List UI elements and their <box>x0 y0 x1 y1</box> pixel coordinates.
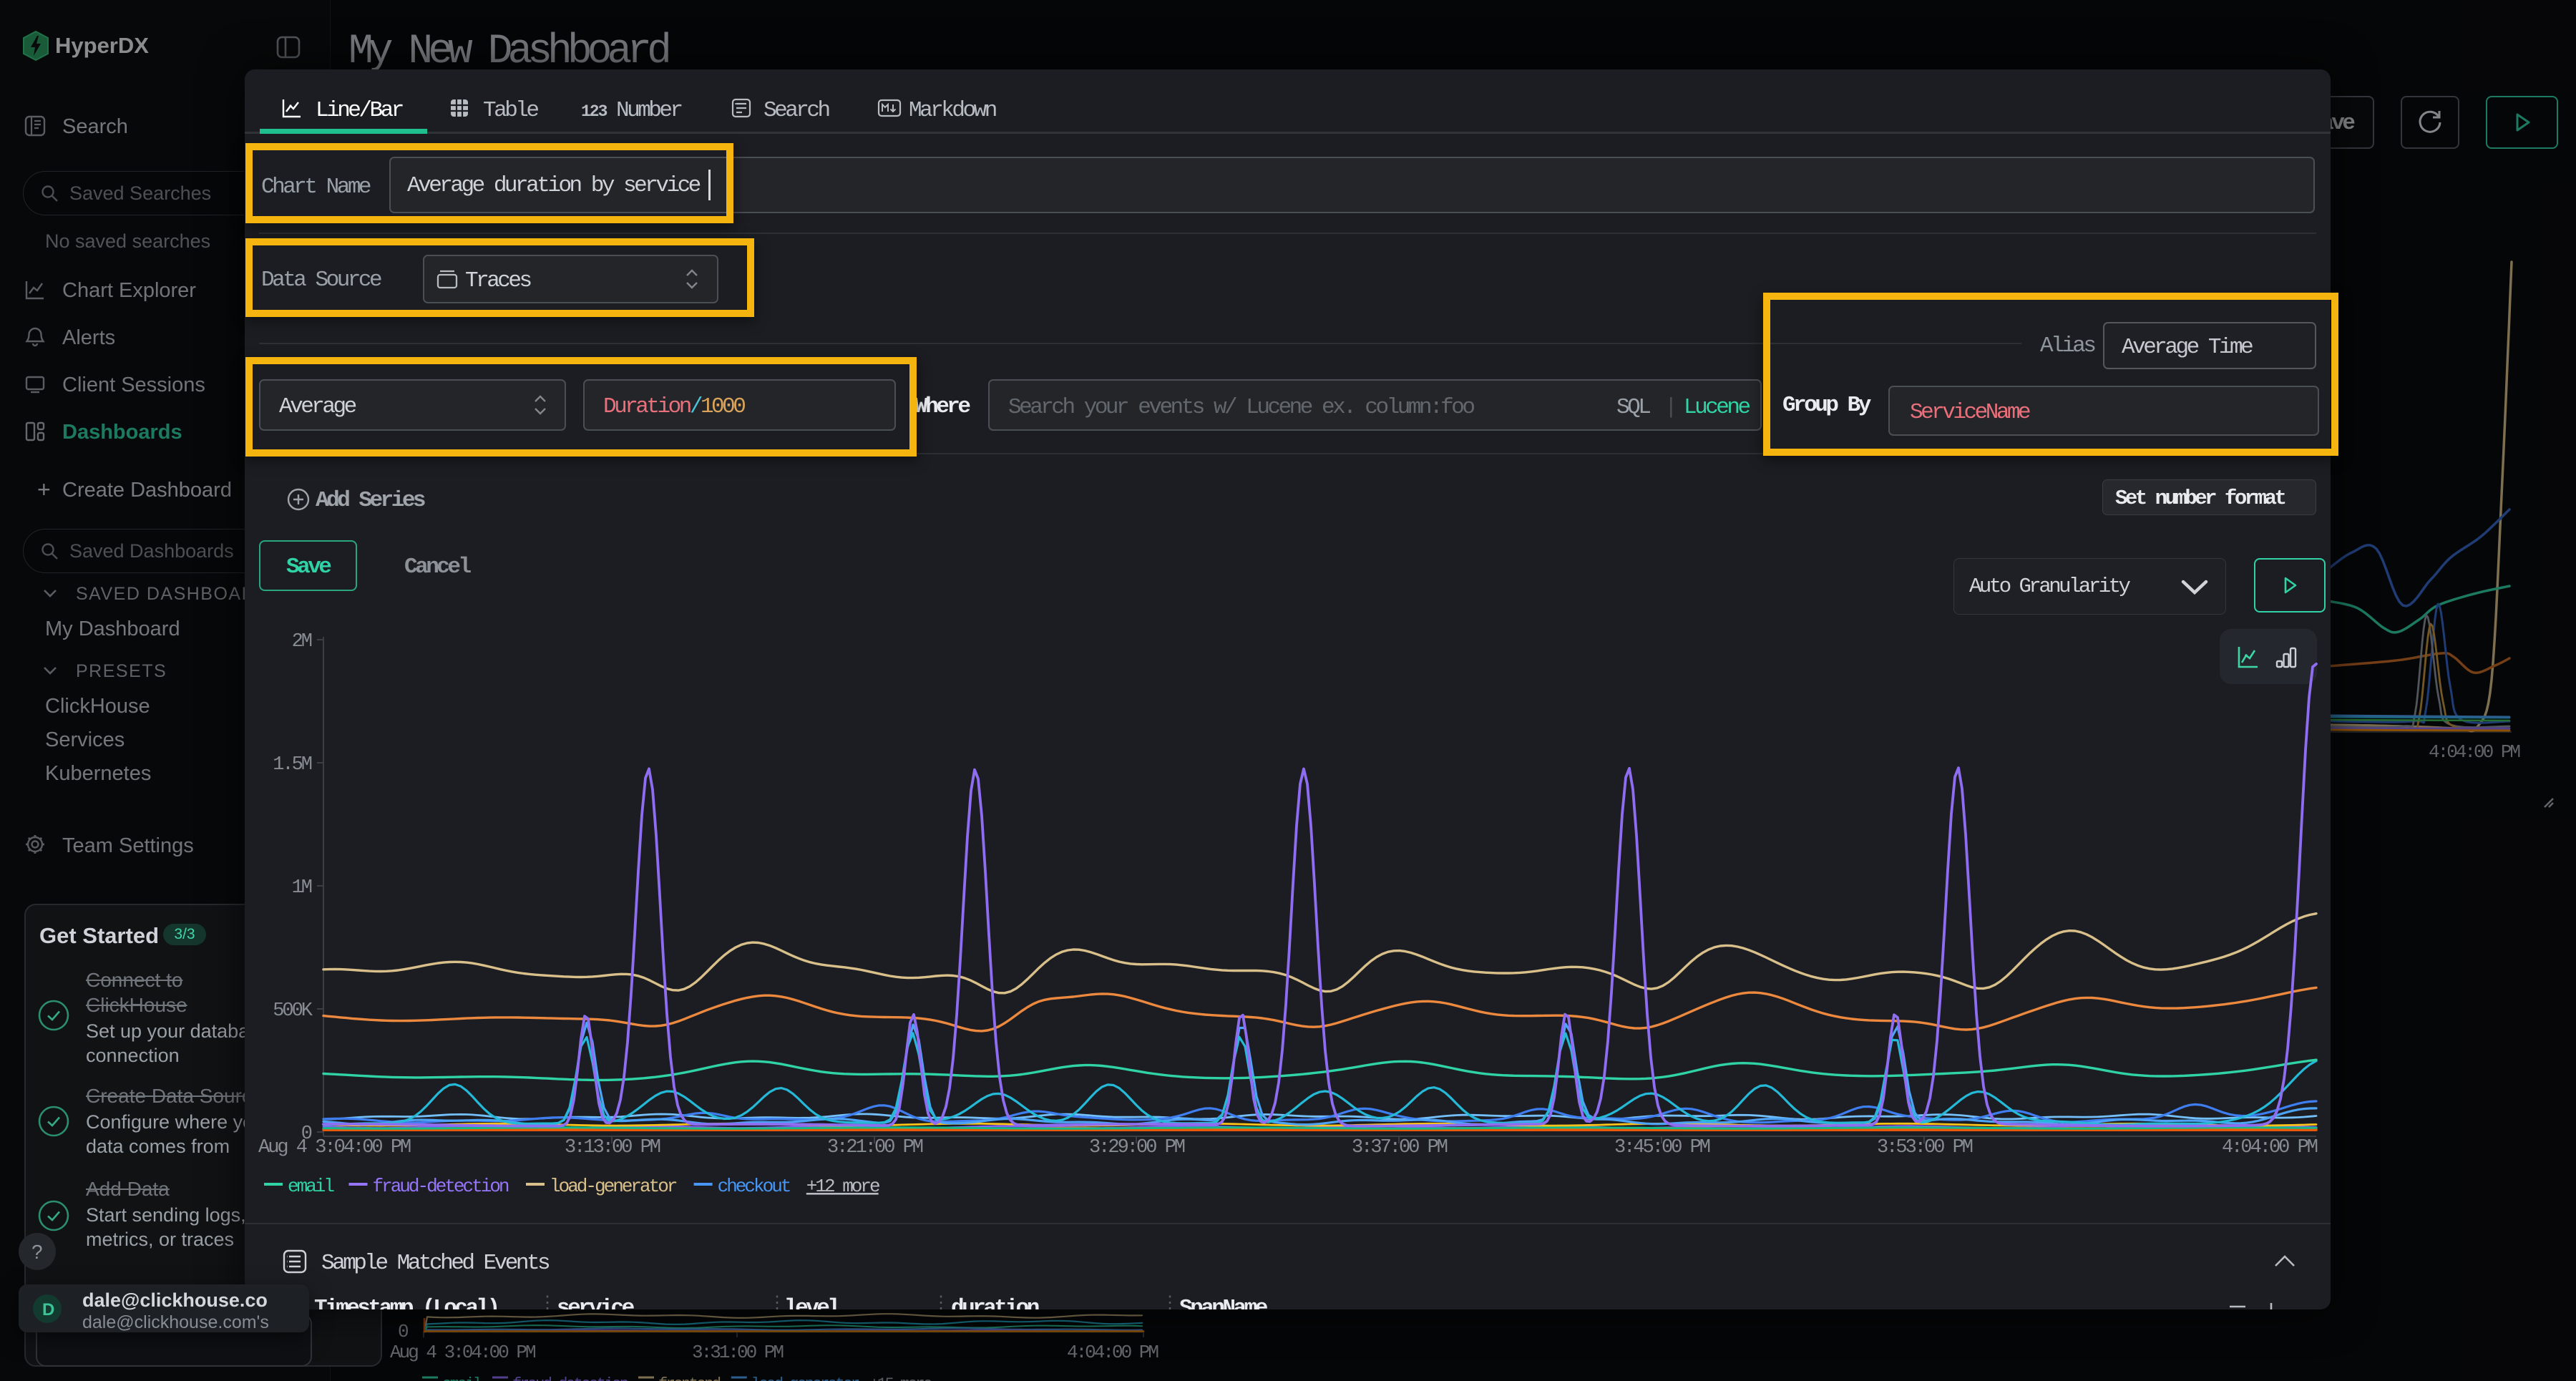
svg-text:3:45:00 PM: 3:45:00 PM <box>1614 1137 1710 1158</box>
svg-text:3:21:00 PM: 3:21:00 PM <box>827 1137 923 1158</box>
svg-text:load-generator: load-generator <box>550 1176 677 1197</box>
svg-text:500K: 500K <box>273 1000 313 1022</box>
svg-text:+12 more: +12 more <box>806 1176 879 1197</box>
svg-text:1M: 1M <box>292 877 312 899</box>
svg-text:3:37:00 PM: 3:37:00 PM <box>1352 1137 1448 1158</box>
svg-text:Aug 4 3:04:00 PM: Aug 4 3:04:00 PM <box>258 1137 411 1158</box>
svg-text:1.5M: 1.5M <box>273 754 312 776</box>
svg-text:3:13:00 PM: 3:13:00 PM <box>565 1137 660 1158</box>
svg-text:3:53:00 PM: 3:53:00 PM <box>1877 1137 1973 1158</box>
svg-text:email: email <box>288 1176 334 1197</box>
svg-text:2M: 2M <box>292 631 312 653</box>
svg-text:3:29:00 PM: 3:29:00 PM <box>1089 1137 1185 1158</box>
svg-text:fraud-detection: fraud-detection <box>373 1176 509 1197</box>
svg-text:checkout: checkout <box>718 1176 790 1197</box>
svg-text:4:04:00 PM: 4:04:00 PM <box>2222 1137 2318 1158</box>
